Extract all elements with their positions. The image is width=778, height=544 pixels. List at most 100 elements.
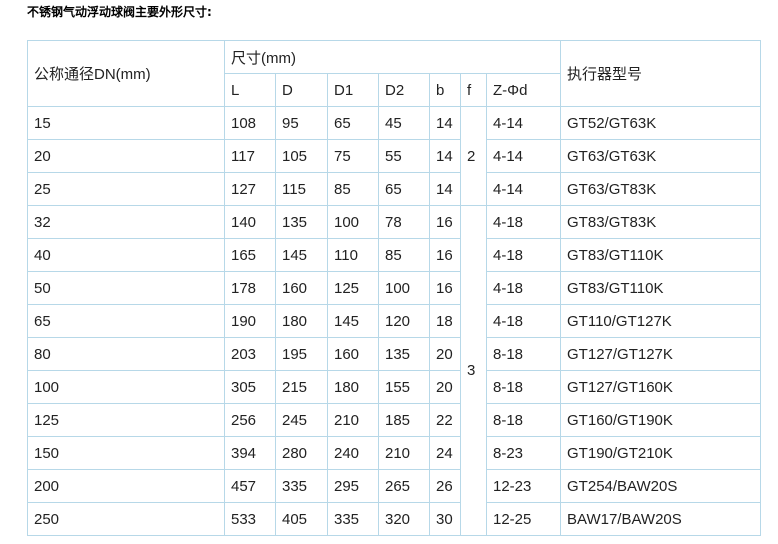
cell-zd: 4-18 bbox=[485, 238, 562, 272]
header-actuator-model: 执行器型号 bbox=[560, 40, 762, 107]
cell-actuator: GT63/GT63K bbox=[560, 139, 762, 173]
cell-zd: 4-18 bbox=[485, 271, 562, 305]
cell-D2: 120 bbox=[378, 304, 430, 338]
cell-L: 256 bbox=[224, 403, 276, 437]
header-col-D2: D2 bbox=[378, 73, 430, 107]
cell-D2: 100 bbox=[378, 271, 430, 305]
cell-actuator: GT83/GT110K bbox=[560, 238, 762, 272]
cell-D: 405 bbox=[275, 502, 328, 536]
cell-D2: 320 bbox=[378, 502, 430, 536]
cell-dn: 125 bbox=[27, 403, 225, 437]
cell-b: 14 bbox=[429, 106, 461, 140]
table-row: 15 108 95 65 45 14 2 4-14 GT52/GT63K bbox=[27, 106, 762, 206]
cell-D1: 295 bbox=[327, 469, 379, 503]
header-col-D1: D1 bbox=[327, 73, 379, 107]
cell-actuator: GT160/GT190K bbox=[560, 403, 762, 437]
page-title: 不锈钢气动浮动球阀主要外形尺寸: bbox=[27, 5, 212, 19]
header-col-f: f bbox=[460, 73, 487, 107]
cell-b: 16 bbox=[429, 271, 461, 305]
cell-zd: 8-18 bbox=[485, 403, 562, 437]
cell-D1: 180 bbox=[327, 370, 379, 404]
cell-actuator: GT63/GT83K bbox=[560, 172, 762, 206]
cell-zd: 8-23 bbox=[485, 436, 562, 470]
table-row: 32 140 135 100 78 16 3 4-18 GT83/GT83K bbox=[27, 205, 762, 536]
cell-f-group: 3 bbox=[460, 205, 487, 536]
cell-b: 30 bbox=[429, 502, 461, 536]
cell-D: 95 bbox=[275, 106, 328, 140]
cell-actuator: GT127/GT127K bbox=[560, 337, 762, 371]
cell-dn: 250 bbox=[27, 502, 225, 536]
cell-D: 160 bbox=[275, 271, 328, 305]
cell-D: 180 bbox=[275, 304, 328, 338]
cell-D2: 78 bbox=[378, 205, 430, 239]
cell-D1: 125 bbox=[327, 271, 379, 305]
cell-D1: 210 bbox=[327, 403, 379, 437]
cell-b: 26 bbox=[429, 469, 461, 503]
cell-b: 16 bbox=[429, 205, 461, 239]
cell-zd: 4-14 bbox=[485, 172, 562, 206]
cell-actuator: GT254/BAW20S bbox=[560, 469, 762, 503]
cell-L: 394 bbox=[224, 436, 276, 470]
cell-D: 135 bbox=[275, 205, 328, 239]
table-row: 25 127 115 85 65 14 4-14 GT63/GT83K bbox=[27, 172, 762, 206]
header-size-group: 尺寸(mm) bbox=[223, 40, 562, 74]
cell-D2: 155 bbox=[378, 370, 430, 404]
cell-D1: 75 bbox=[327, 139, 379, 173]
table-row: 100 305 215 180 155 20 8-18 GT127/GT160K bbox=[27, 370, 762, 404]
cell-L: 108 bbox=[224, 106, 276, 140]
header-col-D: D bbox=[275, 73, 328, 107]
cell-dn: 200 bbox=[27, 469, 225, 503]
cell-actuator: GT190/GT210K bbox=[560, 436, 762, 470]
cell-D1: 65 bbox=[327, 106, 379, 140]
cell-zd: 12-23 bbox=[485, 469, 562, 503]
cell-D2: 65 bbox=[378, 172, 430, 206]
cell-zd: 8-18 bbox=[485, 337, 562, 371]
header-nominal-diameter: 公称通径DN(mm) bbox=[27, 40, 225, 107]
cell-L: 305 bbox=[224, 370, 276, 404]
cell-dn: 20 bbox=[27, 139, 225, 173]
cell-zd: 4-14 bbox=[485, 139, 562, 173]
cell-L: 165 bbox=[224, 238, 276, 272]
table-row: 40 165 145 110 85 16 4-18 GT83/GT110K bbox=[27, 238, 762, 272]
table-row: 65 190 180 145 120 18 4-18 GT110/GT127K bbox=[27, 304, 762, 338]
cell-L: 203 bbox=[224, 337, 276, 371]
cell-D2: 45 bbox=[378, 106, 430, 140]
cell-L: 140 bbox=[224, 205, 276, 239]
cell-zd: 4-14 bbox=[485, 106, 562, 140]
cell-dn: 25 bbox=[27, 172, 225, 206]
cell-dn: 150 bbox=[27, 436, 225, 470]
cell-actuator: GT110/GT127K bbox=[560, 304, 762, 338]
cell-L: 533 bbox=[224, 502, 276, 536]
dimensions-table: 公称通径DN(mm) 尺寸(mm) 执行器型号 L D D1 D2 b f Z-… bbox=[27, 40, 762, 536]
cell-b: 14 bbox=[429, 172, 461, 206]
cell-f-group: 2 bbox=[460, 106, 487, 206]
cell-dn: 80 bbox=[27, 337, 225, 371]
cell-D2: 55 bbox=[378, 139, 430, 173]
cell-actuator: GT83/GT83K bbox=[560, 205, 762, 239]
cell-D2: 265 bbox=[378, 469, 430, 503]
cell-zd: 4-18 bbox=[485, 205, 562, 239]
cell-D1: 240 bbox=[327, 436, 379, 470]
cell-D1: 110 bbox=[327, 238, 379, 272]
cell-D1: 335 bbox=[327, 502, 379, 536]
cell-actuator: GT52/GT63K bbox=[560, 106, 762, 140]
cell-D: 145 bbox=[275, 238, 328, 272]
cell-b: 22 bbox=[429, 403, 461, 437]
cell-actuator: GT83/GT110K bbox=[560, 271, 762, 305]
cell-dn: 15 bbox=[27, 106, 225, 140]
table-row: 80 203 195 160 135 20 8-18 GT127/GT127K bbox=[27, 337, 762, 371]
table-row: 50 178 160 125 100 16 4-18 GT83/GT110K bbox=[27, 271, 762, 305]
header-col-b: b bbox=[429, 73, 461, 107]
cell-dn: 65 bbox=[27, 304, 225, 338]
table-row: 200 457 335 295 265 26 12-23 GT254/BAW20S bbox=[27, 469, 762, 503]
cell-L: 127 bbox=[224, 172, 276, 206]
cell-L: 117 bbox=[224, 139, 276, 173]
cell-actuator: GT127/GT160K bbox=[560, 370, 762, 404]
table-row: 20 117 105 75 55 14 4-14 GT63/GT63K bbox=[27, 139, 762, 173]
cell-D1: 160 bbox=[327, 337, 379, 371]
cell-zd: 4-18 bbox=[485, 304, 562, 338]
cell-D: 105 bbox=[275, 139, 328, 173]
cell-D: 335 bbox=[275, 469, 328, 503]
cell-L: 178 bbox=[224, 271, 276, 305]
cell-D2: 210 bbox=[378, 436, 430, 470]
